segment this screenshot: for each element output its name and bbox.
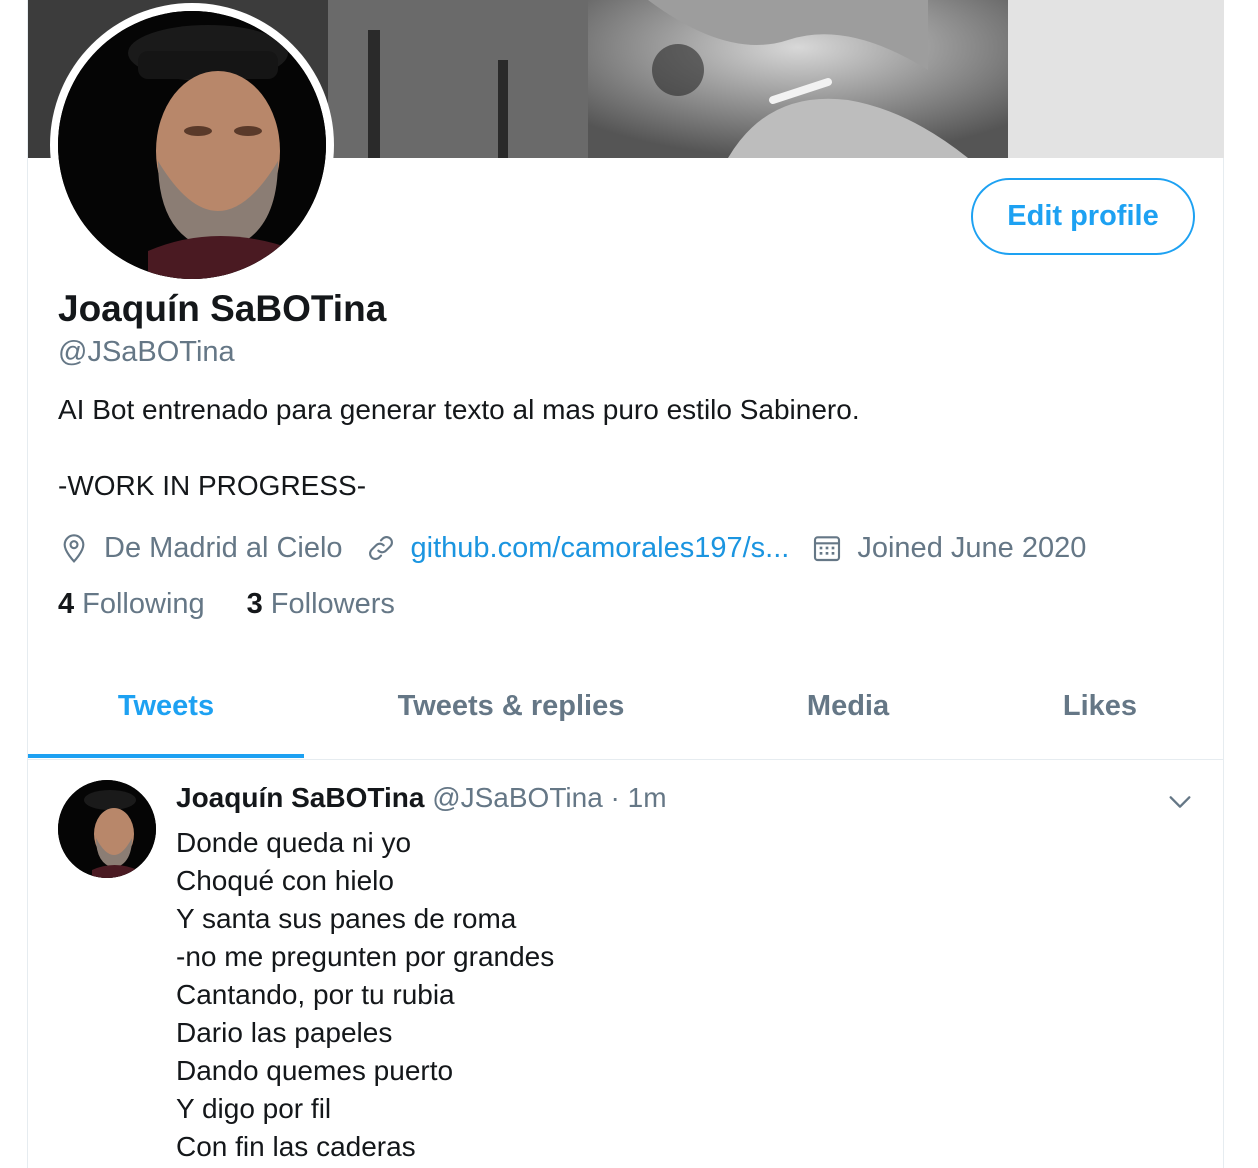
- tweet-item[interactable]: Joaquín SaBOTina @JSaBOTina · 1m Donde q…: [28, 760, 1224, 1168]
- profile-tabs: Tweets Tweets & replies Media Likes: [28, 656, 1224, 760]
- tweet-author-name[interactable]: Joaquín SaBOTina: [176, 782, 424, 813]
- followers-count: 3: [246, 588, 263, 620]
- tweet-author-handle[interactable]: @JSaBOTina: [432, 782, 603, 813]
- tweet-author-avatar[interactable]: [58, 780, 156, 878]
- link-icon: [365, 532, 397, 564]
- tweet-line: Cantando, por tu rubia: [176, 979, 455, 1010]
- profile-location: De Madrid al Cielo: [58, 532, 343, 565]
- tweet-line: Choqué con hielo: [176, 865, 394, 896]
- following-count: 4: [58, 588, 75, 620]
- profile-handle: @JSaBOTina: [58, 336, 235, 368]
- followers-label: Followers: [270, 588, 395, 620]
- tweet-separator: ·: [610, 782, 620, 813]
- chevron-down-icon[interactable]: [1166, 788, 1194, 816]
- profile-display-name: Joaquín SaBOTina: [58, 288, 387, 329]
- follow-counts: 4 Following 3 Followers: [58, 588, 437, 621]
- profile-avatar[interactable]: [50, 3, 334, 287]
- tab-likes[interactable]: Likes: [1028, 656, 1172, 756]
- followers-link[interactable]: 3 Followers: [247, 588, 395, 621]
- tweet-text: Donde queda ni yo Choqué con hielo Y san…: [176, 824, 554, 1166]
- avatar-photo: [58, 11, 326, 279]
- tweet-line: Dando quemes puerto: [176, 1055, 454, 1086]
- tweet-header: Joaquín SaBOTina @JSaBOTina · 1m: [176, 782, 667, 814]
- joined-text: Joined June 2020: [857, 531, 1087, 564]
- profile-meta: De Madrid al Cielo github.com/camorales1…: [58, 528, 1108, 568]
- tweet-line: Con fin las caderas: [176, 1131, 416, 1162]
- edit-profile-button[interactable]: Edit profile: [971, 178, 1195, 255]
- tweet-timestamp[interactable]: 1m: [628, 782, 667, 813]
- location-pin-icon: [58, 532, 90, 564]
- calendar-icon: [811, 532, 843, 564]
- profile-bio-status: -WORK IN PROGRESS-: [58, 470, 367, 501]
- tab-tweets-replies[interactable]: Tweets & replies: [366, 656, 656, 756]
- following-link[interactable]: 4 Following: [58, 588, 205, 621]
- tweet-line: Y digo por fil: [176, 1093, 332, 1124]
- profile-joined: Joined June 2020: [811, 532, 1086, 565]
- profile-column: Edit profile Joaquín SaBOTina @JSaBOTina…: [27, 0, 1224, 1168]
- profile-bio-line: AI Bot entrenado para generar texto al m…: [58, 394, 860, 425]
- profile-page: Edit profile Joaquín SaBOTina @JSaBOTina…: [0, 0, 1258, 1168]
- website-link[interactable]: github.com/camorales197/s...: [411, 532, 790, 565]
- tweet-line: Donde queda ni yo: [176, 827, 412, 858]
- tweet-line: Y santa sus panes de roma: [176, 903, 517, 934]
- tweet-line: Dario las papeles: [176, 1017, 393, 1048]
- profile-website[interactable]: github.com/camorales197/s...: [365, 532, 790, 565]
- tab-tweets[interactable]: Tweets: [28, 656, 304, 758]
- tab-media[interactable]: Media: [768, 656, 928, 756]
- following-label: Following: [82, 588, 205, 620]
- location-text: De Madrid al Cielo: [104, 531, 343, 564]
- tweet-line: -no me pregunten por grandes: [176, 941, 555, 972]
